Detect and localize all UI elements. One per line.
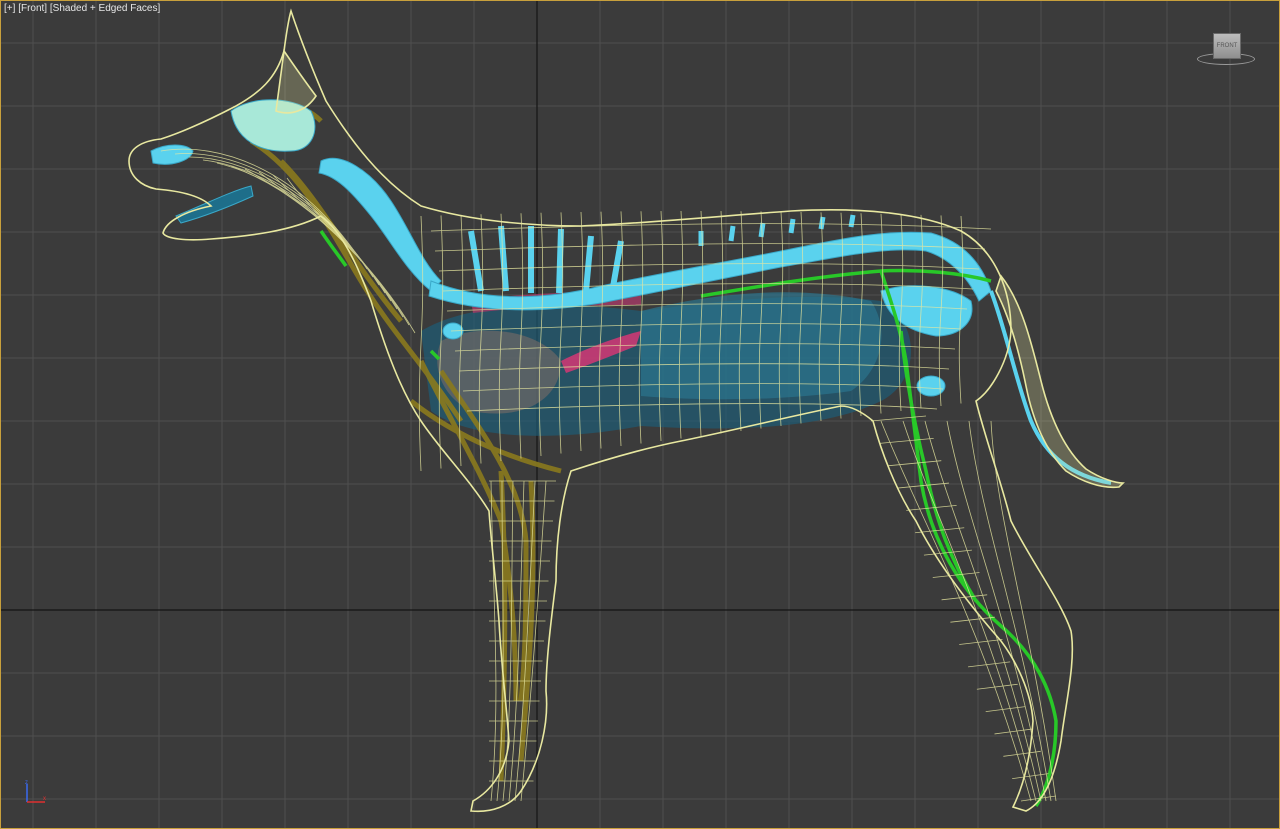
mesh-line [985,706,1026,712]
mesh-line [950,616,995,623]
svg-text:z: z [25,780,28,786]
mesh-line [888,460,942,467]
mesh-line [994,728,1034,735]
snout-bone [150,144,194,165]
tail-outline [995,274,1125,489]
mesh-line [879,437,934,444]
svg-text:x: x [43,796,46,802]
viewcube-icon[interactable]: FRONT [1197,31,1257,69]
mesh-line [968,420,1052,802]
mesh-line [968,661,1011,668]
mesh-line [906,505,957,511]
viewport-label: [+] [Front] [Shaded + Edged Faces] [4,3,160,14]
jaw [175,185,254,224]
mesh-line [959,639,1003,645]
mesh-line [430,223,992,232]
axis-tripod-icon: z x [25,780,46,803]
ear-outline [275,48,317,114]
mesh-line [990,420,1057,802]
mesh-line [902,420,1037,802]
viewport-front[interactable]: [+] [Front] [Shaded + Edged Faces] FRONT… [0,0,1280,829]
muscles [249,101,562,782]
viewport-menu-button[interactable]: [+] [4,3,15,14]
rib-cage [468,225,624,294]
mesh-line [923,549,972,556]
hip-joint [916,375,946,397]
mesh-line [870,415,927,422]
mesh-line [880,420,1032,802]
shading-mode-button[interactable]: [Shaded + Edged Faces] [50,3,160,14]
view-type-button[interactable]: [Front] [18,3,47,14]
dog-anatomy-model[interactable] [1,1,1279,828]
mesh-line [1003,750,1041,757]
viewcube-face-front[interactable]: FRONT [1213,33,1241,59]
